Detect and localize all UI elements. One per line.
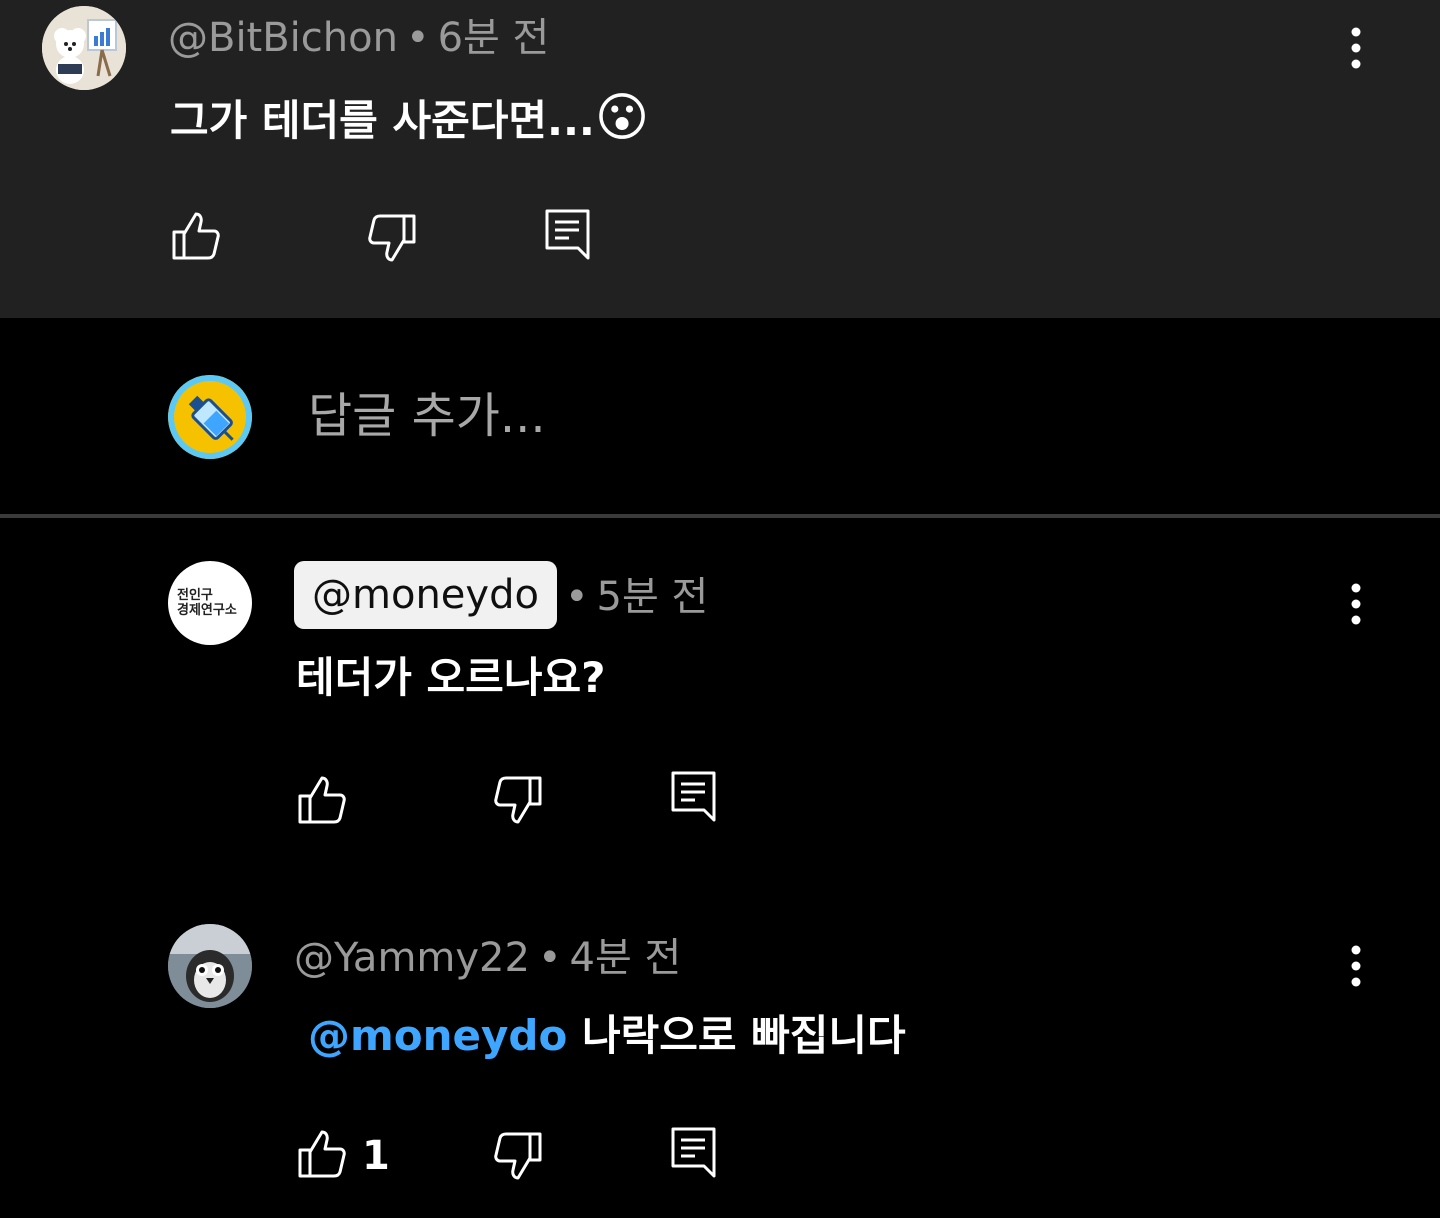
comment-reply-icon [545, 209, 590, 260]
comment-reply-icon [671, 1127, 716, 1178]
avatar-text-bottom: 경제연구소 [177, 603, 237, 618]
reply1-like-button[interactable] [296, 774, 348, 826]
meta-separator: • [405, 15, 430, 61]
more-vert-icon [1351, 27, 1361, 69]
meta-separator: • [564, 574, 589, 620]
reply1-meta: @moneydo • 5분 전 [294, 561, 708, 629]
thumb-down-icon [494, 776, 542, 824]
avatar-text-top: 전인구 [177, 588, 213, 603]
reply2-text: @moneydo 나락으로 빠집니다 [308, 1010, 906, 1062]
reply1-author-avatar[interactable]: 전인구 경제연구소 [168, 561, 252, 645]
mention-link[interactable]: @moneydo [308, 1011, 567, 1060]
reply2-author-name[interactable]: @Yammy22 [294, 935, 530, 981]
section-divider [0, 514, 1440, 518]
current-user-avatar [168, 375, 252, 459]
reply2-dislike-button[interactable] [492, 1130, 544, 1182]
reply1-time[interactable]: 5분 전 [597, 574, 709, 620]
thumb-up-icon [298, 1130, 346, 1178]
thumb-down-icon [494, 1132, 542, 1180]
reply2-more-button[interactable] [1340, 942, 1372, 990]
thumb-up-icon [298, 776, 346, 824]
parent-comment-time[interactable]: 6분 전 [438, 15, 550, 61]
reply2-time[interactable]: 4분 전 [570, 935, 682, 981]
reply2-like-button[interactable] [296, 1128, 348, 1180]
avatar-syringe-icon [168, 375, 252, 459]
parent-comment-text: 그가 테더를 사준다면...😮 [170, 92, 649, 147]
reply2-reply-button[interactable] [670, 1126, 718, 1180]
parent-more-button[interactable] [1340, 24, 1372, 72]
parent-author-avatar[interactable] [42, 6, 126, 90]
avatar-penguin-icon [168, 924, 252, 1008]
thumb-down-icon [368, 214, 416, 262]
thumb-up-icon [172, 212, 220, 260]
parent-reply-button[interactable] [544, 208, 592, 262]
add-reply-input[interactable]: 답글 추가... [308, 386, 546, 446]
avatar-bichon-icon [42, 6, 126, 90]
reply1-reply-button[interactable] [670, 770, 718, 824]
reply2-meta: @Yammy22 • 4분 전 [294, 934, 681, 982]
reply2-author-avatar[interactable] [168, 924, 252, 1008]
surprised-emoji: 😮 [594, 88, 650, 148]
comment-reply-icon [671, 771, 716, 822]
parent-like-button[interactable] [170, 210, 222, 262]
more-vert-icon [1351, 583, 1361, 625]
more-vert-icon [1351, 945, 1361, 987]
parent-dislike-button[interactable] [366, 212, 418, 264]
reply2-body: 나락으로 빠집니다 [581, 1011, 906, 1060]
parent-comment-meta: @BitBichon • 6분 전 [168, 14, 549, 62]
parent-comment-body: 그가 테더를 사준다면... [170, 96, 595, 145]
meta-separator: • [537, 935, 562, 981]
reply1-text: 테더가 오르나요? [296, 653, 606, 702]
parent-author-name[interactable]: @BitBichon [168, 15, 398, 61]
reply2-like-count: 1 [362, 1133, 390, 1179]
reply1-author-chip[interactable]: @moneydo [294, 561, 557, 629]
reply1-dislike-button[interactable] [492, 774, 544, 826]
reply1-more-button[interactable] [1340, 580, 1372, 628]
